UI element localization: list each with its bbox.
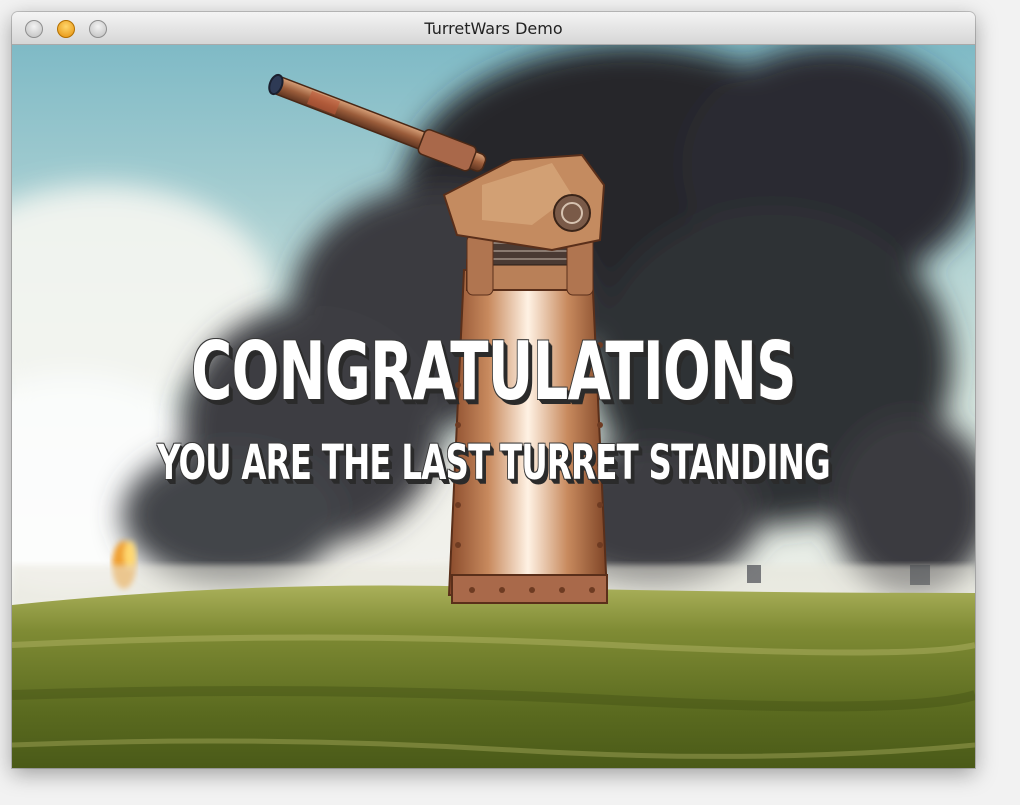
game-scene[interactable]: CONGRATULATIONS YOU ARE THE LAST TURRET … bbox=[12, 45, 975, 768]
title-bar[interactable]: TurretWars Demo bbox=[12, 12, 975, 45]
game-window: TurretWars Demo CONGRATULATIONS YOU ARE … bbox=[12, 12, 975, 768]
window-title: TurretWars Demo bbox=[424, 19, 563, 38]
victory-subheadline: YOU ARE THE LAST TURRET STANDING bbox=[157, 435, 831, 491]
congratulations-headline: CONGRATULATIONS bbox=[191, 325, 796, 418]
